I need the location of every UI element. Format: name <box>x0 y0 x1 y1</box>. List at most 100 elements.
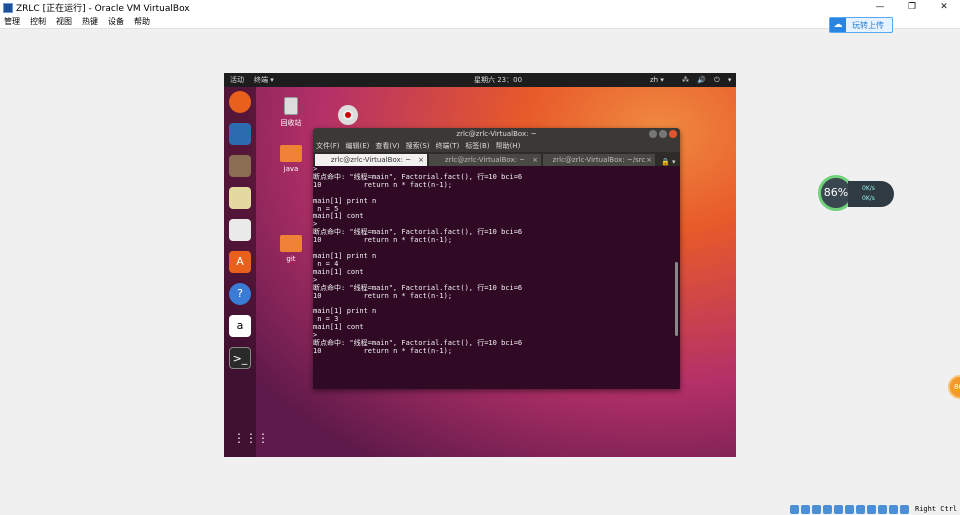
window-title: ZRLC [正在运行] - Oracle VM VirtualBox <box>16 4 190 14</box>
terminal-menu-file[interactable]: 文件(F) <box>316 141 340 151</box>
window-titlebar: ZRLC [正在运行] - Oracle VM VirtualBox — ❐ ✕ <box>0 0 960 15</box>
cloud-upload-button[interactable]: ☁ 玩转上传 <box>829 17 893 33</box>
terminal-close-button[interactable] <box>669 130 677 138</box>
audio-icon[interactable] <box>812 504 821 514</box>
terminal-menu-terminal[interactable]: 终端(T) <box>436 141 460 151</box>
terminal-menu-help[interactable]: 帮助(H) <box>496 141 521 151</box>
shared-folder-icon[interactable] <box>845 504 854 514</box>
terminal-menu-edit[interactable]: 编辑(E) <box>346 141 370 151</box>
cloud-icon: ☁ <box>830 18 846 32</box>
system-menu[interactable]: ⁂ 🔊 ⏻ ▾ <box>682 76 734 85</box>
vm-screen[interactable]: 活动 终端 ▾ 星期六 23：00 zh ▾ ⁂ 🔊 ⏻ ▾ A ? a >_ … <box>224 73 736 457</box>
terminal-tab-label: zrlc@zrlc-VirtualBox: ~ <box>330 156 412 164</box>
mouse-integration-icon[interactable] <box>889 504 898 514</box>
network-monitor-widget[interactable]: 86% 0K/s 0K/s <box>818 175 894 211</box>
terminal-menu-view[interactable]: 查看(V) <box>375 141 399 151</box>
terminal-tab[interactable]: zrlc@zrlc-VirtualBox: ~/src × <box>543 154 655 166</box>
vbox-statusbar: Right Ctrl <box>790 503 960 515</box>
menu-control[interactable]: 控制 <box>30 16 46 27</box>
help-icon[interactable]: ? <box>229 283 251 305</box>
dock: A ? a >_ <box>224 87 256 457</box>
terminal-line: main[1] cont <box>313 212 364 221</box>
terminal-menu-search[interactable]: 搜索(S) <box>406 141 430 151</box>
terminal-line: main[1] print n <box>313 251 377 260</box>
menu-devices[interactable]: 设备 <box>108 16 124 27</box>
activities-button[interactable]: 活动 <box>230 75 244 85</box>
folder-icon <box>280 145 302 162</box>
app-menu[interactable]: 终端 ▾ <box>254 75 274 85</box>
terminal-line: main[1] print n <box>313 196 377 205</box>
virtualbox-icon <box>3 2 13 13</box>
terminal-scrollbar[interactable] <box>675 262 678 336</box>
desktop-java-folder[interactable]: java <box>271 145 311 173</box>
close-tab-icon[interactable]: × <box>418 154 424 166</box>
terminal-line: 10 return n * fact(n-1); <box>313 180 453 189</box>
terminal-title: zrlc@zrlc-VirtualBox: ~ <box>456 130 537 138</box>
window-controls: — ❐ ✕ <box>864 0 960 15</box>
document-icon[interactable] <box>229 219 251 241</box>
desktop-trash[interactable]: 回收站 <box>271 97 311 128</box>
trash-icon <box>284 97 298 115</box>
restore-button[interactable]: ❐ <box>896 0 928 15</box>
menu-help[interactable]: 帮助 <box>134 16 150 27</box>
terminal-line: 10 return n * fact(n-1); <box>313 291 453 300</box>
terminal-minimize-button[interactable] <box>649 130 657 138</box>
close-tab-icon[interactable]: × <box>646 154 652 166</box>
terminal-line: 10 return n * fact(n-1); <box>313 236 453 245</box>
terminal-window[interactable]: zrlc@zrlc-VirtualBox: ~ 文件(F) 编辑(E) 查看(V… <box>313 128 680 389</box>
usb-icon[interactable] <box>834 504 843 514</box>
terminal-line: n = 4 <box>313 259 339 268</box>
mail-icon[interactable] <box>229 123 251 145</box>
terminal-line: main[1] cont <box>313 323 364 332</box>
terminal-icon[interactable]: >_ <box>229 347 251 369</box>
terminal-maximize-button[interactable] <box>659 130 667 138</box>
terminal-output[interactable]: > 断点命中: "线程=main", Factorial.fact(), 行=10… <box>313 166 680 389</box>
menu-hotkeys[interactable]: 热键 <box>82 16 98 27</box>
desktop-java-label: java <box>283 165 299 173</box>
optical-drive-icon[interactable] <box>801 504 810 514</box>
show-apps-icon[interactable]: ⋮⋮⋮ <box>233 431 269 445</box>
hdd-icon[interactable] <box>790 504 799 514</box>
cloud-upload-label: 玩转上传 <box>852 20 884 30</box>
terminal-tab-label: zrlc@zrlc-VirtualBox: ~ <box>444 156 526 164</box>
new-tab-icon[interactable]: 🔒 ▾ <box>661 158 675 166</box>
folder-icon <box>280 235 302 252</box>
disc-icon[interactable] <box>338 105 358 125</box>
terminal-line: n = 3 <box>313 315 339 324</box>
software-center-icon[interactable]: A <box>229 251 251 273</box>
terminal-titlebar[interactable]: zrlc@zrlc-VirtualBox: ~ <box>313 128 680 140</box>
terminal-line: 10 return n * fact(n-1); <box>313 346 453 355</box>
network-icon[interactable] <box>823 504 832 514</box>
menu-manage[interactable]: 管理 <box>4 16 20 27</box>
amazon-icon[interactable]: a <box>229 315 251 337</box>
recording-icon[interactable] <box>867 504 876 514</box>
cpu-icon[interactable] <box>878 504 887 514</box>
input-method[interactable]: zh ▾ <box>650 76 664 84</box>
display-icon[interactable] <box>856 504 865 514</box>
desktop-git-folder[interactable]: git <box>271 235 311 263</box>
terminal-menu-tabs[interactable]: 标签(B) <box>465 141 489 151</box>
terminal-line: main[1] cont <box>313 267 364 276</box>
desktop-git-label: git <box>286 255 296 263</box>
clock[interactable]: 星期六 23：00 <box>474 75 522 85</box>
desktop-trash-label: 回收站 <box>280 119 302 127</box>
terminal-menu: 文件(F) 编辑(E) 查看(V) 搜索(S) 终端(T) 标签(B) 帮助(H… <box>313 140 680 152</box>
terminal-tabs: zrlc@zrlc-VirtualBox: ~ × zrlc@zrlc-Virtu… <box>313 152 680 166</box>
menu-view[interactable]: 视图 <box>56 16 72 27</box>
terminal-tab[interactable]: zrlc@zrlc-VirtualBox: ~ × <box>429 154 541 166</box>
music-icon[interactable] <box>229 187 251 209</box>
network-speed: 0K/s 0K/s <box>848 181 894 207</box>
terminal-line: main[1] print n <box>313 307 377 316</box>
close-tab-icon[interactable]: × <box>532 154 538 166</box>
guest-topbar: 活动 终端 ▾ 星期六 23：00 zh ▾ ⁂ 🔊 ⏻ ▾ <box>224 73 736 87</box>
terminal-window-controls <box>649 130 677 138</box>
terminal-tab[interactable]: zrlc@zrlc-VirtualBox: ~ × <box>315 154 427 166</box>
close-button[interactable]: ✕ <box>928 0 960 15</box>
host-key-label: Right Ctrl <box>915 505 958 513</box>
firefox-icon[interactable] <box>229 91 251 113</box>
keyboard-icon[interactable] <box>900 504 909 514</box>
upload-speed: 0K/s <box>862 185 875 192</box>
floating-bubble[interactable]: 86 <box>948 375 960 399</box>
minimize-button[interactable]: — <box>864 0 896 15</box>
files-icon[interactable] <box>229 155 251 177</box>
